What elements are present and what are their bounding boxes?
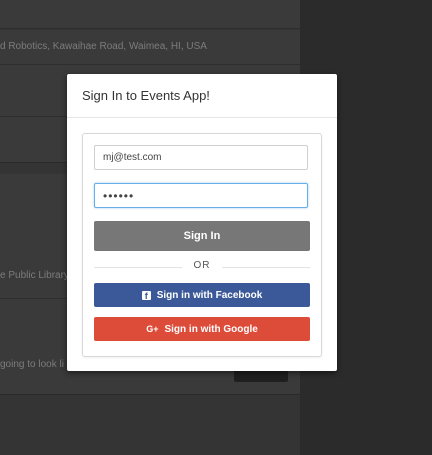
divider — [0, 64, 300, 65]
event-location-text: d Robotics, Kawaihae Road, Waimea, HI, U… — [0, 41, 207, 52]
divider — [222, 267, 310, 268]
event-description-text: going to look li — [0, 359, 64, 370]
sign-in-modal: Sign In to Events App! Sign In OR f Sign… — [67, 74, 337, 371]
google-sign-in-label: Sign in with Google — [164, 323, 258, 335]
google-plus-icon: G+ — [146, 324, 159, 334]
password-field[interactable] — [94, 183, 308, 208]
facebook-sign-in-button[interactable]: f Sign in with Facebook — [94, 283, 310, 307]
or-label: OR — [193, 260, 211, 271]
modal-title: Sign In to Events App! — [82, 88, 210, 103]
event-location-text: e Public Library — [0, 270, 69, 281]
background-card — [0, 0, 300, 29]
sign-in-form: Sign In OR f Sign in with Facebook G+ Si… — [82, 133, 322, 357]
modal-header: Sign In to Events App! — [67, 74, 337, 118]
email-field[interactable] — [94, 145, 308, 170]
facebook-icon: f — [141, 290, 151, 301]
facebook-sign-in-label: Sign in with Facebook — [156, 289, 263, 301]
sign-in-label: Sign In — [183, 230, 221, 242]
or-separator: OR — [94, 260, 310, 274]
google-sign-in-button[interactable]: G+ Sign in with Google — [94, 317, 310, 341]
sign-in-button[interactable]: Sign In — [94, 221, 310, 251]
